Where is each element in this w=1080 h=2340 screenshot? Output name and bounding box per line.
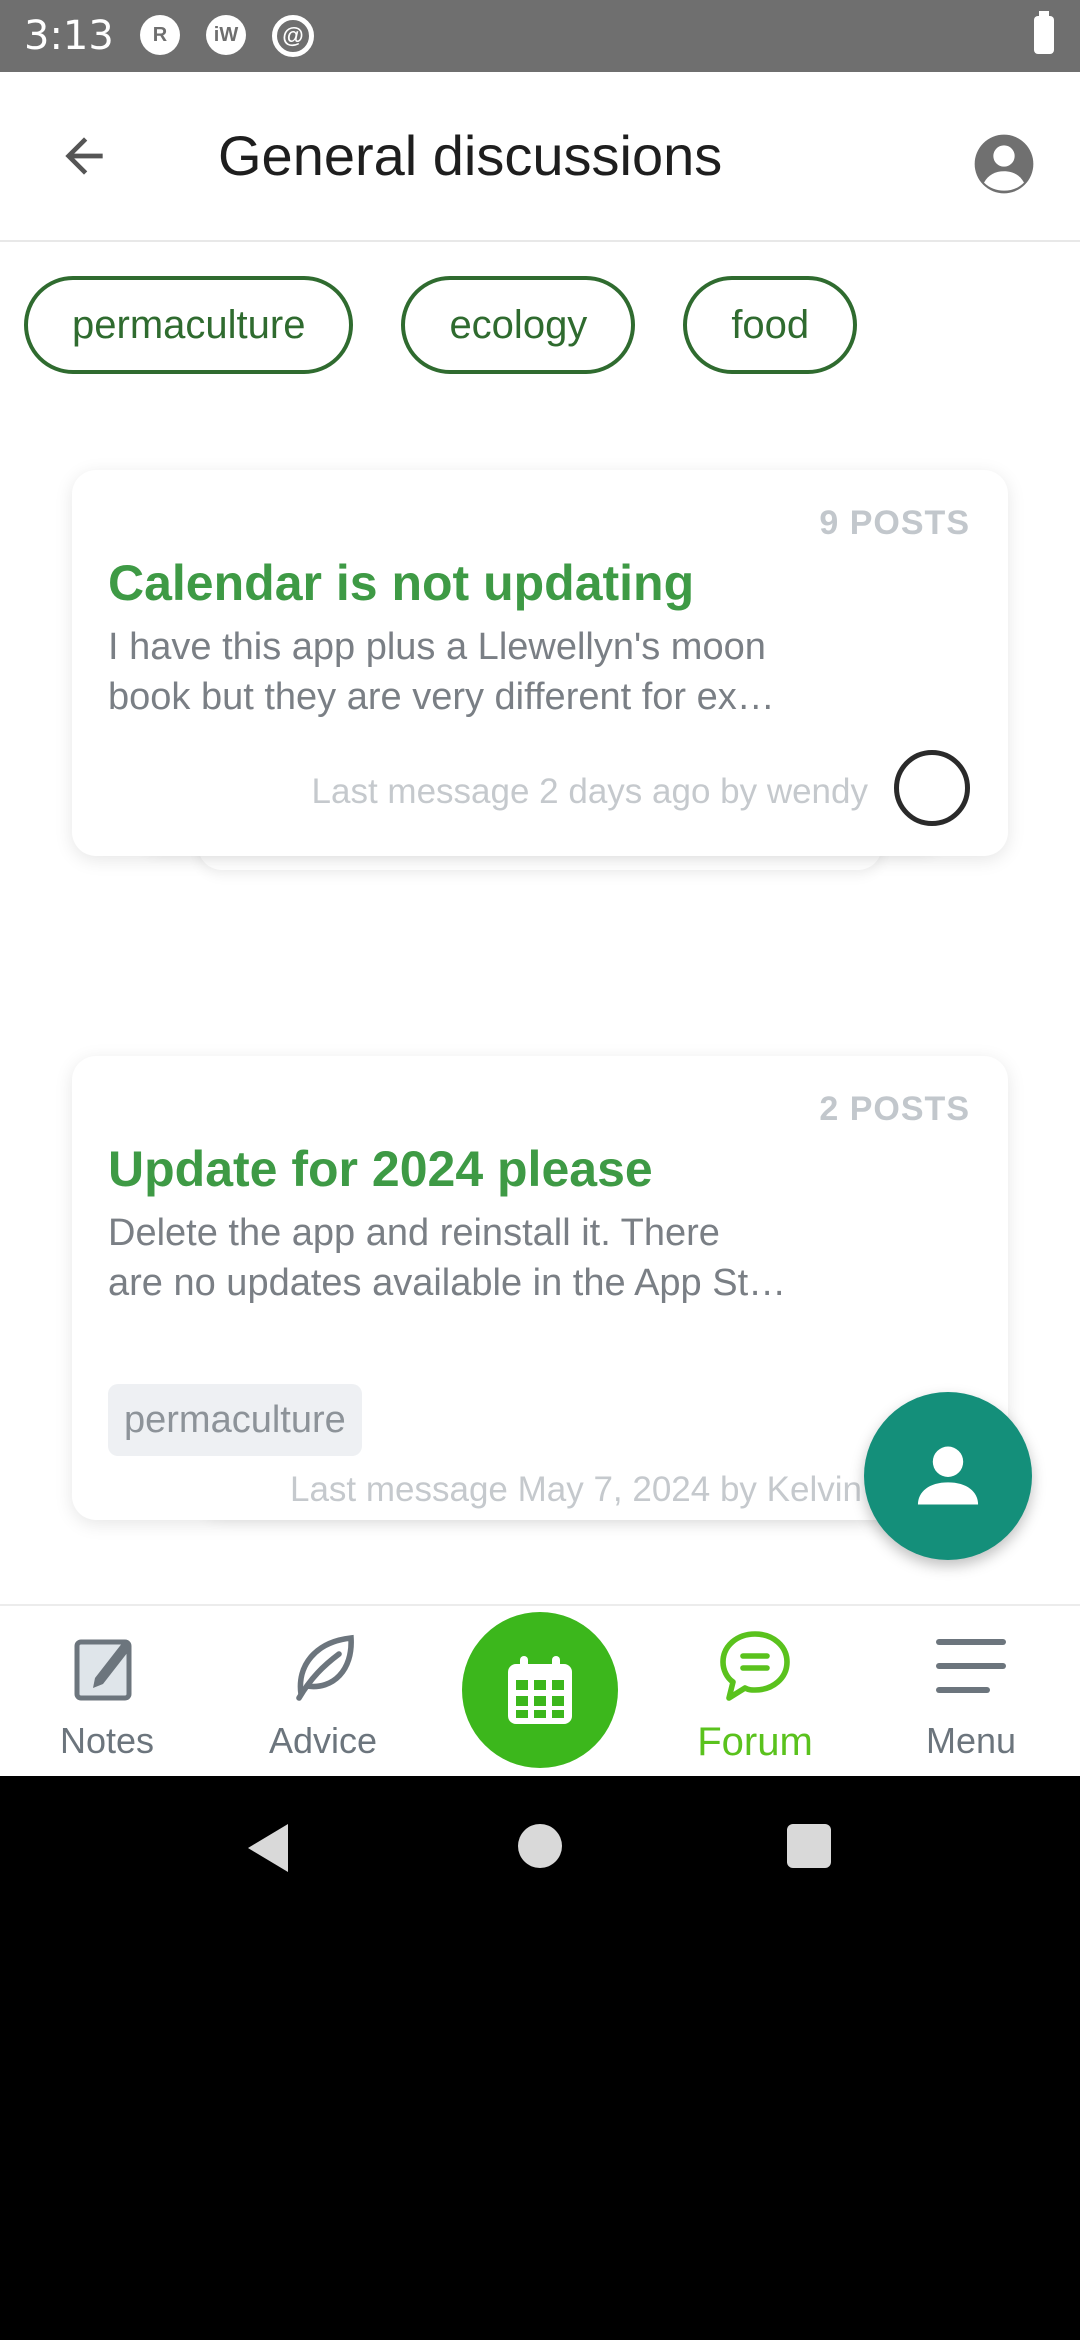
post-count: 9 POSTS xyxy=(819,504,970,542)
tag-chip-ecology[interactable]: ecology xyxy=(401,276,636,374)
system-back-icon[interactable] xyxy=(244,1820,292,1876)
leaf-icon xyxy=(296,1634,354,1701)
thread-snippet: Delete the app and reinstall it. There a… xyxy=(108,1212,787,1304)
nav-calendar[interactable] xyxy=(462,1612,618,1768)
tag-chip-food[interactable]: food xyxy=(683,276,858,374)
last-message-info: Last message 2 days ago by wendy xyxy=(311,772,868,811)
tag-chip-permaculture[interactable]: permaculture xyxy=(24,276,354,374)
status-bar: 3:13 R iW @ xyxy=(0,0,1080,72)
app-screen: General discussions permaculture ecology… xyxy=(0,72,1080,1776)
system-recents-icon[interactable] xyxy=(787,1824,831,1868)
system-home-icon[interactable] xyxy=(518,1824,562,1868)
nav-label: Advice xyxy=(268,1720,378,1761)
nav-label: Notes xyxy=(59,1720,155,1761)
system-navigation-bar xyxy=(0,1776,1080,1920)
bottom-navigation: Notes Advice Forum Menu xyxy=(0,1604,1080,1776)
thread-snippet: I have this app plus a Llewellyn's moon … xyxy=(108,626,775,718)
nav-forum[interactable]: Forum xyxy=(660,1626,850,1766)
thread-tag: permaculture xyxy=(108,1384,362,1456)
new-discussion-fab[interactable] xyxy=(864,1392,1032,1560)
thread-card-stack: 9 POSTS Calendar is not updating I have … xyxy=(72,470,1008,870)
back-button[interactable] xyxy=(44,116,124,196)
nav-label: Menu xyxy=(925,1720,1017,1761)
arrow-left-icon xyxy=(65,137,103,175)
calendar-icon xyxy=(508,1656,572,1724)
last-message-info: Last message May 7, 2024 by Kelvin xyxy=(290,1470,862,1509)
chat-bubble-icon xyxy=(720,1631,790,1701)
battery-charging-icon xyxy=(1034,11,1054,54)
page-title: General discussions xyxy=(218,124,723,187)
post-count: 2 POSTS xyxy=(819,1090,970,1128)
person-icon xyxy=(917,1446,979,1505)
thread-title: Calendar is not updating xyxy=(108,555,695,611)
nav-notes[interactable]: Notes xyxy=(12,1626,202,1766)
nav-menu[interactable]: Menu xyxy=(876,1626,1066,1766)
at-sign-icon: @ xyxy=(272,15,314,57)
hamburger-menu-icon xyxy=(936,1639,1006,1693)
thread-title: Update for 2024 please xyxy=(108,1141,653,1197)
tag-filter-row: permaculture ecology food xyxy=(24,276,858,380)
account-circle-icon xyxy=(974,134,1034,194)
iw-notification-icon: iW xyxy=(206,15,246,55)
thread-card[interactable]: 9 POSTS Calendar is not updating I have … xyxy=(72,470,1008,856)
notebook-pencil-icon xyxy=(74,1639,132,1701)
unread-indicator-icon xyxy=(894,750,970,826)
top-app-bar: General discussions xyxy=(0,72,1080,242)
status-time: 3:13 xyxy=(24,13,114,59)
profile-button[interactable] xyxy=(964,124,1044,204)
r-notification-icon: R xyxy=(140,15,180,55)
nav-label: Forum xyxy=(697,1720,813,1764)
nav-advice[interactable]: Advice xyxy=(228,1626,418,1766)
